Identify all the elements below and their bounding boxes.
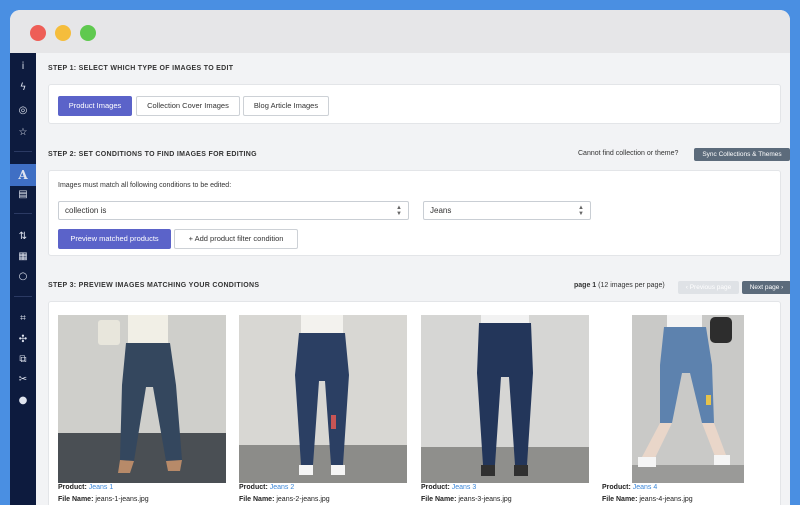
close-window-button[interactable] bbox=[30, 25, 46, 41]
step1-card: Product Images Collection Cover Images B… bbox=[48, 84, 781, 124]
star-icon[interactable]: ☆ bbox=[10, 125, 36, 141]
page-number: page 1 bbox=[574, 282, 597, 289]
collection-cover-images-button[interactable]: Collection Cover Images bbox=[136, 96, 240, 116]
minimize-window-button[interactable] bbox=[55, 25, 71, 41]
product-link[interactable]: Jeans 4 bbox=[633, 484, 658, 491]
font-icon[interactable]: A bbox=[10, 164, 36, 186]
file-name-value: jeans-2-jeans.jpg bbox=[276, 496, 330, 503]
product-photo[interactable] bbox=[239, 315, 407, 483]
product-images-button[interactable]: Product Images bbox=[58, 96, 132, 116]
circle-icon[interactable]: ○ bbox=[10, 269, 36, 285]
product-meta: Product: Jeans 1 bbox=[58, 484, 113, 491]
sidebar-divider bbox=[14, 296, 32, 297]
blog-article-images-button[interactable]: Blog Article Images bbox=[243, 96, 329, 116]
scissors-icon[interactable]: ✂ bbox=[10, 372, 36, 388]
title-bar bbox=[10, 10, 790, 53]
condition-value-select[interactable]: Jeans ▲ ▼ bbox=[423, 201, 591, 220]
file-meta: File Name: jeans-2-jeans.jpg bbox=[239, 496, 330, 503]
file-icon[interactable]: ▦ bbox=[10, 249, 36, 265]
file-name-label: File Name: bbox=[421, 496, 457, 503]
condition-field-select[interactable]: collection is ▲ ▼ bbox=[58, 201, 409, 220]
product-link[interactable]: Jeans 1 bbox=[89, 484, 114, 491]
file-name-value: jeans-4-jeans.jpg bbox=[639, 496, 693, 503]
step3-title: STEP 3: PREVIEW IMAGES MATCHING YOUR CON… bbox=[48, 282, 260, 289]
file-name-label: File Name: bbox=[58, 496, 94, 503]
product-meta: Product: Jeans 3 bbox=[421, 484, 476, 491]
sidebar: i ϟ ◎ ☆ A ▤ ⇅ ▦ ○ ⌗ ✣ ⧉ ✂ ● bbox=[10, 53, 36, 505]
product-photo[interactable] bbox=[421, 315, 589, 483]
sort-icon[interactable]: ⇅ bbox=[10, 229, 36, 245]
product-label: Product: bbox=[239, 484, 268, 491]
step1-title: STEP 1: SELECT WHICH TYPE OF IMAGES TO E… bbox=[48, 65, 234, 72]
document-icon[interactable]: ▤ bbox=[10, 187, 36, 203]
sync-collections-button[interactable]: Sync Collections & Themes bbox=[694, 148, 790, 161]
product-label: Product: bbox=[421, 484, 450, 491]
step2-card: Images must match all following conditio… bbox=[48, 170, 781, 256]
resize-icon[interactable]: ✣ bbox=[10, 332, 36, 348]
product-label: Product: bbox=[58, 484, 87, 491]
images-icon[interactable]: ⧉ bbox=[10, 352, 36, 368]
file-name-value: jeans-3-jeans.jpg bbox=[458, 496, 512, 503]
file-meta: File Name: jeans-4-jeans.jpg bbox=[602, 496, 693, 503]
select-arrow-icon: ▲ ▼ bbox=[578, 205, 584, 217]
product-photo[interactable] bbox=[58, 315, 226, 483]
product-link[interactable]: Jeans 3 bbox=[452, 484, 477, 491]
droplet-icon[interactable]: ● bbox=[10, 393, 36, 409]
product-photo[interactable] bbox=[602, 315, 770, 483]
file-meta: File Name: jeans-3-jeans.jpg bbox=[421, 496, 512, 503]
condition-field-value: collection is bbox=[65, 206, 107, 215]
product-meta: Product: Jeans 2 bbox=[239, 484, 294, 491]
preview-matched-products-button[interactable]: Preview matched products bbox=[58, 229, 171, 249]
next-page-button[interactable]: Next page › bbox=[742, 281, 790, 294]
target-icon[interactable]: ◎ bbox=[10, 103, 36, 119]
product-meta: Product: Jeans 4 bbox=[602, 484, 657, 491]
file-meta: File Name: jeans-1-jeans.jpg bbox=[58, 496, 149, 503]
sidebar-divider bbox=[14, 151, 32, 152]
condition-value-text: Jeans bbox=[430, 206, 452, 215]
file-name-value: jeans-1-jeans.jpg bbox=[95, 496, 149, 503]
sidebar-divider bbox=[14, 213, 32, 214]
add-product-filter-button[interactable]: + Add product filter condition bbox=[174, 229, 298, 249]
pagination-info: page 1 (12 images per page) bbox=[574, 282, 665, 289]
preview-card: Product: Jeans 1 File Name: jeans-1-jean… bbox=[48, 301, 781, 505]
file-name-label: File Name: bbox=[602, 496, 638, 503]
cannot-find-text: Cannot find collection or theme? bbox=[578, 150, 679, 157]
product-link[interactable]: Jeans 2 bbox=[270, 484, 295, 491]
step2-title: STEP 2: SET CONDITIONS TO FIND IMAGES FO… bbox=[48, 151, 257, 158]
bolt-icon[interactable]: ϟ bbox=[10, 80, 36, 96]
select-arrow-icon: ▲ ▼ bbox=[396, 205, 402, 217]
maximize-window-button[interactable] bbox=[80, 25, 96, 41]
page-size-info: (12 images per page) bbox=[598, 282, 665, 289]
crop-icon[interactable]: ⌗ bbox=[10, 311, 36, 327]
info-icon[interactable]: i bbox=[10, 59, 36, 75]
app-window: i ϟ ◎ ☆ A ▤ ⇅ ▦ ○ ⌗ ✣ ⧉ ✂ ● STEP 1: SELE… bbox=[10, 10, 790, 505]
main-content: STEP 1: SELECT WHICH TYPE OF IMAGES TO E… bbox=[36, 53, 790, 505]
conditions-instruction: Images must match all following conditio… bbox=[58, 182, 232, 189]
file-name-label: File Name: bbox=[239, 496, 275, 503]
previous-page-button[interactable]: ‹ Previous page bbox=[678, 281, 739, 294]
product-label: Product: bbox=[602, 484, 631, 491]
